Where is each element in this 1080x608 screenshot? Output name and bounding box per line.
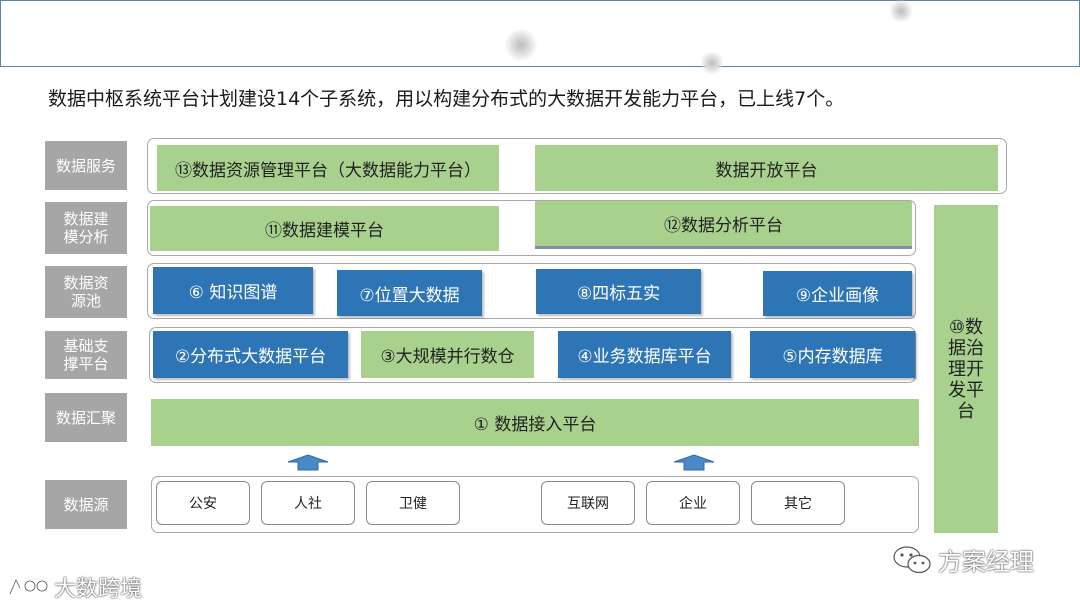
decorative-dot [700,51,724,75]
source-health: 卫健 [366,481,460,525]
source-other: 其它 [751,481,845,525]
knowledge-graph: ⑥ 知识图谱 [153,267,313,314]
row-label-resource-pool: 数据资源池 [45,266,127,318]
row-label-data-source: 数据源 [45,480,127,529]
wechat-icon [893,545,931,573]
logo-icon [8,579,49,595]
source-enterprise: 企业 [646,481,740,525]
decorative-dot [504,28,538,62]
watermark-right-text: 方案经理 [938,548,1034,576]
distributed-big-data-platform: ②分布式大数据平台 [153,331,348,378]
service-data-open-platform: 数据开放平台 [535,145,998,191]
row-label-data-modeling: 数据建模分析 [45,202,127,254]
watermark-left-text: 大数跨境 [54,577,143,602]
watermark-right: 方案经理 [892,542,1034,577]
watermark-left: 大数跨境 [6,571,142,603]
location-big-data: ⑦位置大数据 [337,270,482,316]
data-access-platform: ① 数据接入平台 [151,399,919,446]
business-database-platform: ④业务数据库平台 [558,331,731,378]
analysis-platform: ⑫数据分析平台 [535,201,912,249]
top-banner-frame [0,0,1080,75]
row-label-support-platform: 基础支撑平台 [45,331,127,379]
parallel-data-warehouse: ③大规模并行数仓 [361,331,534,378]
headline: 数据中枢系统平台计划建设14个子系统，用以构建分布式的大数据开发能力平台，已上线… [48,88,845,110]
source-internet: 互联网 [541,481,635,525]
data-governance-platform: ⑩数据治理开发平台 [934,205,998,533]
source-public-security: 公安 [156,481,250,525]
in-memory-database: ⑤内存数据库 [750,331,915,378]
row-label-aggregation: 数据汇聚 [45,393,127,442]
modeling-platform: ⑪数据建模平台 [150,206,499,251]
row-label-data-service: 数据服务 [45,141,127,190]
up-arrow-icon [287,454,329,471]
data-governance-label: ⑩数据治理开发平台 [948,316,984,422]
four-marks-five-facts: ⑧四标五实 [536,269,701,314]
service-resource-management: ⑬数据资源管理平台（大数据能力平台） [157,145,499,191]
up-arrow-icon [673,454,715,471]
enterprise-profile: ⑨企业画像 [763,271,912,316]
source-human-resources: 人社 [261,481,355,525]
decorative-dot [889,0,913,23]
